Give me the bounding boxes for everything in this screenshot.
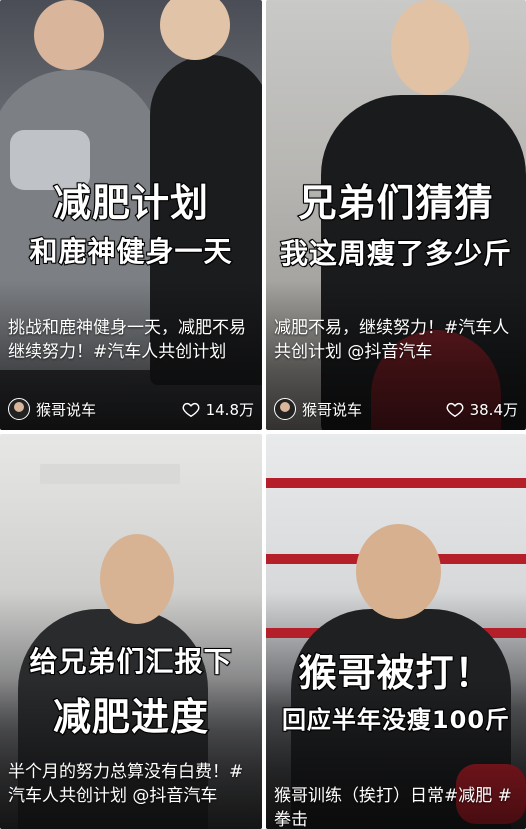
card-subheadline: 减肥进度 (52, 694, 209, 740)
like-count[interactable]: 38.4万 (446, 399, 518, 420)
card-meta: 猴哥说车 38.4万 (274, 398, 518, 420)
person-head (391, 0, 469, 95)
video-card-1[interactable]: 减肥计划 和鹿神健身一天 挑战和鹿神健身一天，减肥不易继续努力！#汽车人共创计划… (0, 0, 262, 430)
card-headline: 给兄弟们汇报下 (28, 644, 233, 679)
avatar-icon[interactable] (274, 398, 296, 420)
video-card-3[interactable]: 给兄弟们汇报下 减肥进度 半个月的努力总算没有白费！#汽车人共创计划 @抖音汽车 (0, 434, 262, 829)
heart-icon[interactable] (182, 401, 200, 417)
card-subheadline: 我这周瘦了多少斤 (279, 236, 512, 271)
like-count-text: 14.8万 (205, 400, 254, 419)
card-caption: 猴哥训练（挨打）日常#减肥 #拳击 (274, 786, 512, 829)
card-caption: 半个月的努力总算没有白费！#汽车人共创计划 @抖音汽车 (8, 762, 244, 806)
video-card-2[interactable]: 兄弟们猜猜 我这周瘦了多少斤 减肥不易，继续努力！#汽车人共创计划 @抖音汽车 … (266, 0, 526, 430)
video-grid: 减肥计划 和鹿神健身一天 挑战和鹿神健身一天，减肥不易继续努力！#汽车人共创计划… (0, 0, 526, 829)
video-card-4[interactable]: 猴哥被打！ 回应半年没瘦100斤 猴哥训练（挨打）日常#减肥 #拳击 (266, 434, 526, 829)
card-caption: 减肥不易，继续努力！#汽车人共创计划 @抖音汽车 (274, 318, 510, 362)
author-name[interactable]: 猴哥说车 (36, 399, 182, 420)
card-caption: 挑战和鹿神健身一天，减肥不易继续努力！#汽车人共创计划 (8, 318, 246, 362)
boxing-ring-rope (266, 478, 526, 488)
person-head (34, 0, 104, 70)
card-headline: 减肥计划 (52, 180, 209, 226)
person-head (356, 524, 441, 619)
card-subheadline: 回应半年没瘦100斤 (281, 705, 511, 735)
card-headline: 猴哥被打！ (297, 650, 494, 696)
card-subheadline: 和鹿神健身一天 (28, 234, 233, 269)
author-name[interactable]: 猴哥说车 (302, 399, 446, 420)
like-count[interactable]: 14.8万 (182, 399, 254, 420)
card-headline: 兄弟们猜猜 (297, 180, 494, 226)
card-meta: 猴哥说车 14.8万 (8, 398, 254, 420)
person-head (100, 534, 174, 624)
avatar-icon[interactable] (8, 398, 30, 420)
like-count-text: 38.4万 (469, 400, 518, 419)
ceiling-light (40, 464, 180, 484)
heart-icon[interactable] (446, 401, 464, 417)
